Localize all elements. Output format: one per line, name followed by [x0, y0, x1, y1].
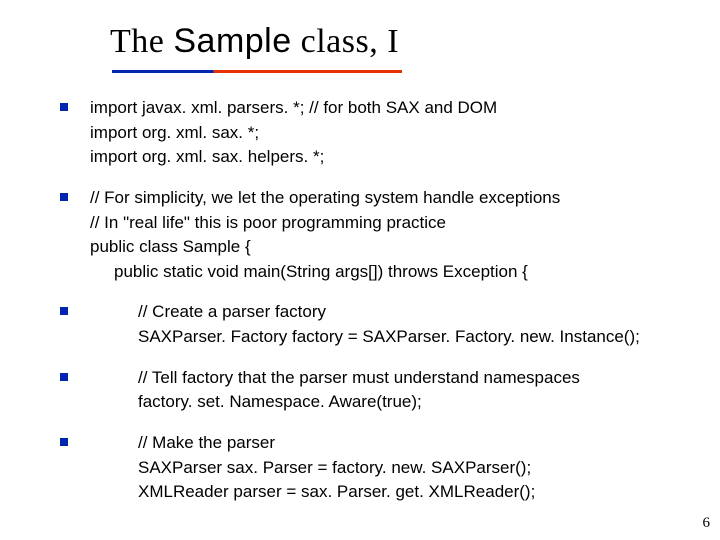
title-word-3: class, I — [292, 23, 399, 60]
bullet-icon — [60, 103, 68, 111]
code-line: // Make the parser — [90, 431, 690, 456]
page-number: 6 — [703, 515, 711, 532]
code-line: public static void main(String args[]) t… — [90, 260, 690, 285]
bullet-block: // For simplicity, we let the operating … — [60, 186, 690, 285]
bullet-icon — [60, 307, 68, 315]
code-line: public class Sample { — [90, 235, 690, 260]
code-line: // Tell factory that the parser must und… — [90, 366, 690, 391]
bullet-icon — [60, 438, 68, 446]
code-lines: // Make the parserSAXParser sax. Parser … — [90, 431, 690, 505]
bullet-icon — [60, 193, 68, 201]
slide: The Sample class, I import javax. xml. p… — [0, 0, 720, 540]
title-underline — [112, 70, 402, 73]
title-word-2: Sample — [173, 22, 291, 60]
bullet-block: import javax. xml. parsers. *; // for bo… — [60, 96, 690, 170]
title-word-1: The — [110, 23, 173, 60]
slide-body: import javax. xml. parsers. *; // for bo… — [60, 96, 690, 521]
code-line: SAXParser. Factory factory = SAXParser. … — [90, 325, 690, 350]
code-line: // For simplicity, we let the operating … — [90, 186, 690, 211]
page-title: The Sample class, I — [110, 22, 399, 61]
code-line: // In "real life" this is poor programmi… — [90, 211, 690, 236]
code-lines: // For simplicity, we let the operating … — [90, 186, 690, 285]
code-line: XMLReader parser = sax. Parser. get. XML… — [90, 480, 690, 505]
code-line: import org. xml. sax. helpers. *; — [90, 145, 690, 170]
code-lines: // Tell factory that the parser must und… — [90, 366, 690, 415]
code-line: import javax. xml. parsers. *; // for bo… — [90, 96, 690, 121]
bullet-block: // Tell factory that the parser must und… — [60, 366, 690, 415]
bullet-block: // Make the parserSAXParser sax. Parser … — [60, 431, 690, 505]
code-line: SAXParser sax. Parser = factory. new. SA… — [90, 456, 690, 481]
code-line: factory. set. Namespace. Aware(true); — [90, 390, 690, 415]
bullet-icon — [60, 373, 68, 381]
bullet-block: // Create a parser factorySAXParser. Fac… — [60, 300, 690, 349]
code-lines: import javax. xml. parsers. *; // for bo… — [90, 96, 690, 170]
code-lines: // Create a parser factorySAXParser. Fac… — [90, 300, 690, 349]
code-line: // Create a parser factory — [90, 300, 690, 325]
code-line: import org. xml. sax. *; — [90, 121, 690, 146]
